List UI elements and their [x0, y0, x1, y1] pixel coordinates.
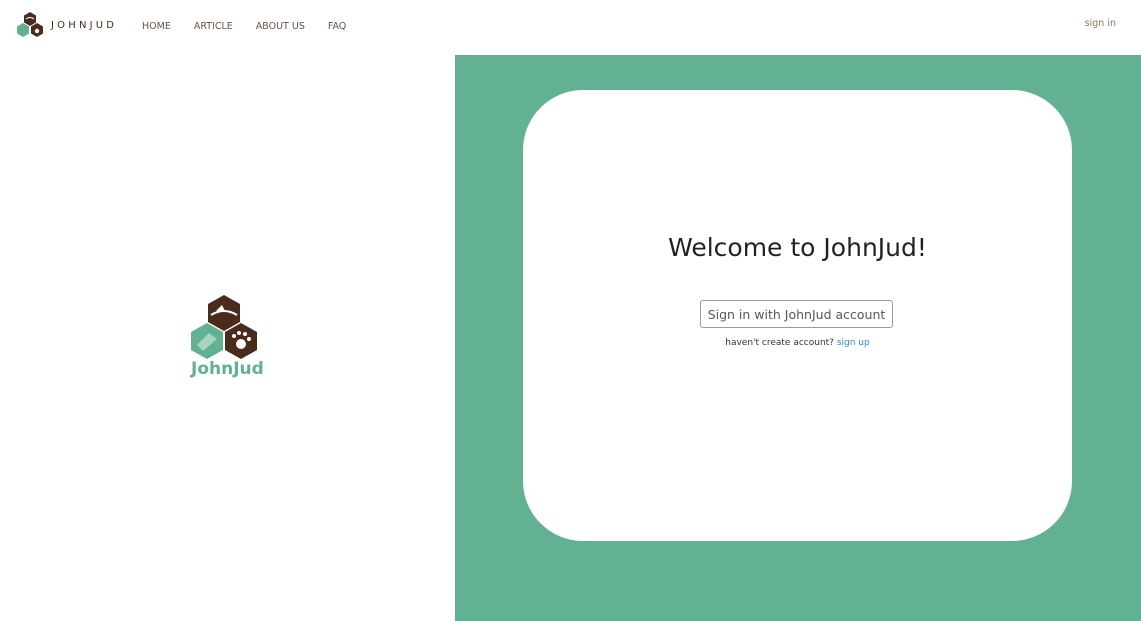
signin-panel: Welcome to JohnJud! Sign in with JohnJud… [455, 55, 1141, 621]
brand[interactable]: JOHNJUD [15, 11, 117, 39]
left-panel: JohnJud [0, 55, 455, 621]
signup-link[interactable]: sign up [837, 338, 870, 348]
signin-johnjud-button[interactable]: Sign in with JohnJud account [700, 300, 893, 328]
nav-sign-in[interactable]: sign in [1085, 18, 1116, 29]
brand-name: JOHNJUD [51, 19, 118, 31]
nav-article[interactable]: ARTICLE [194, 21, 233, 32]
logo-wordmark: JohnJud [191, 359, 264, 379]
signup-prompt-text: haven't create account? [725, 338, 834, 348]
nav-about-us[interactable]: ABOUT US [256, 21, 305, 32]
johnjud-logo-icon [17, 12, 43, 37]
nav-home[interactable]: HOME [142, 21, 171, 32]
nav-links: HOME ARTICLE ABOUT US FAQ [142, 21, 369, 32]
nav-faq[interactable]: FAQ [328, 21, 346, 32]
signin-card: Welcome to JohnJud! Sign in with JohnJud… [523, 90, 1072, 541]
welcome-title: Welcome to JohnJud! [668, 233, 927, 262]
signup-prompt: haven't create account? sign up [523, 338, 1072, 348]
navbar: JOHNJUD HOME ARTICLE ABOUT US FAQ sign i… [0, 0, 1141, 55]
